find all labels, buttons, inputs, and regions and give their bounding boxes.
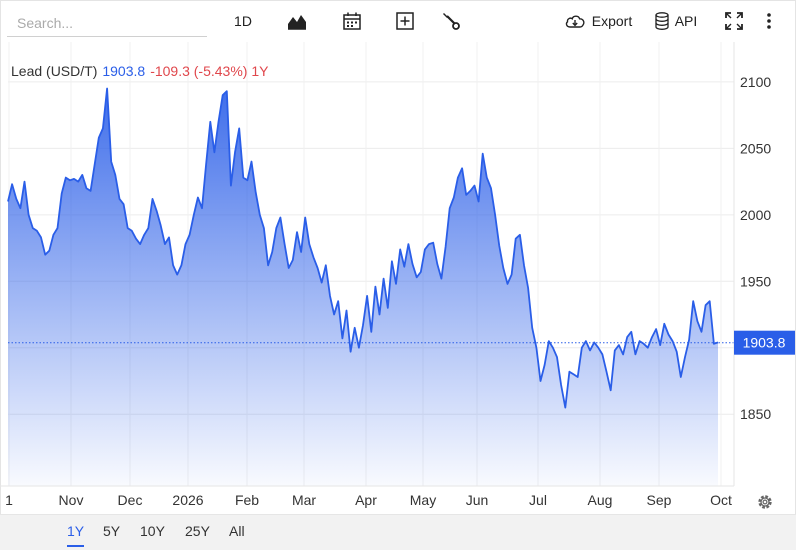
- x-tick-label: Sep: [647, 492, 672, 508]
- x-tick-label: Dec: [118, 492, 143, 508]
- x-tick-label: Nov: [59, 492, 84, 508]
- y-tick-label: 2000: [740, 207, 771, 223]
- x-tick-label: May: [410, 492, 436, 508]
- range-5y-button[interactable]: 5Y: [103, 523, 120, 545]
- legend-symbol: Lead (USD/T): [11, 63, 97, 79]
- legend-last-value: 1903.8: [102, 63, 145, 79]
- y-tick-label: 2100: [740, 74, 771, 90]
- range-10y-button[interactable]: 10Y: [140, 523, 165, 545]
- last-price-tag-label: 1903.8: [743, 335, 786, 351]
- y-tick-label: 1850: [740, 406, 771, 422]
- settings-gear-icon[interactable]: [758, 495, 772, 509]
- range-25y-button[interactable]: 25Y: [185, 523, 210, 545]
- price-chart[interactable]: 1850 1950 2000 2050 2100 1 Nov Dec 2026 Feb Mar Ap…: [0, 0, 796, 514]
- x-tick-label: Aug: [588, 492, 613, 508]
- y-tick-label: 1950: [740, 273, 771, 289]
- y-tick-label: 2050: [740, 140, 771, 156]
- x-tick-label: Jun: [466, 492, 489, 508]
- x-tick-label: Jul: [529, 492, 547, 508]
- x-tick-label: 1: [5, 492, 13, 508]
- x-tick-label: Mar: [292, 492, 316, 508]
- x-tick-label: Feb: [235, 492, 259, 508]
- range-selector: 1Y 5Y 10Y 25Y All: [0, 514, 796, 550]
- x-tick-label: 2026: [172, 492, 203, 508]
- range-all-button[interactable]: All: [229, 523, 245, 545]
- x-tick-label: Apr: [355, 492, 377, 508]
- range-1y-button[interactable]: 1Y: [67, 523, 85, 547]
- chart-legend: Lead (USD/T) 1903.8 -109.3 (-5.43%) 1Y: [11, 63, 269, 79]
- x-tick-label: Oct: [710, 492, 732, 508]
- legend-change: -109.3 (-5.43%) 1Y: [150, 63, 269, 79]
